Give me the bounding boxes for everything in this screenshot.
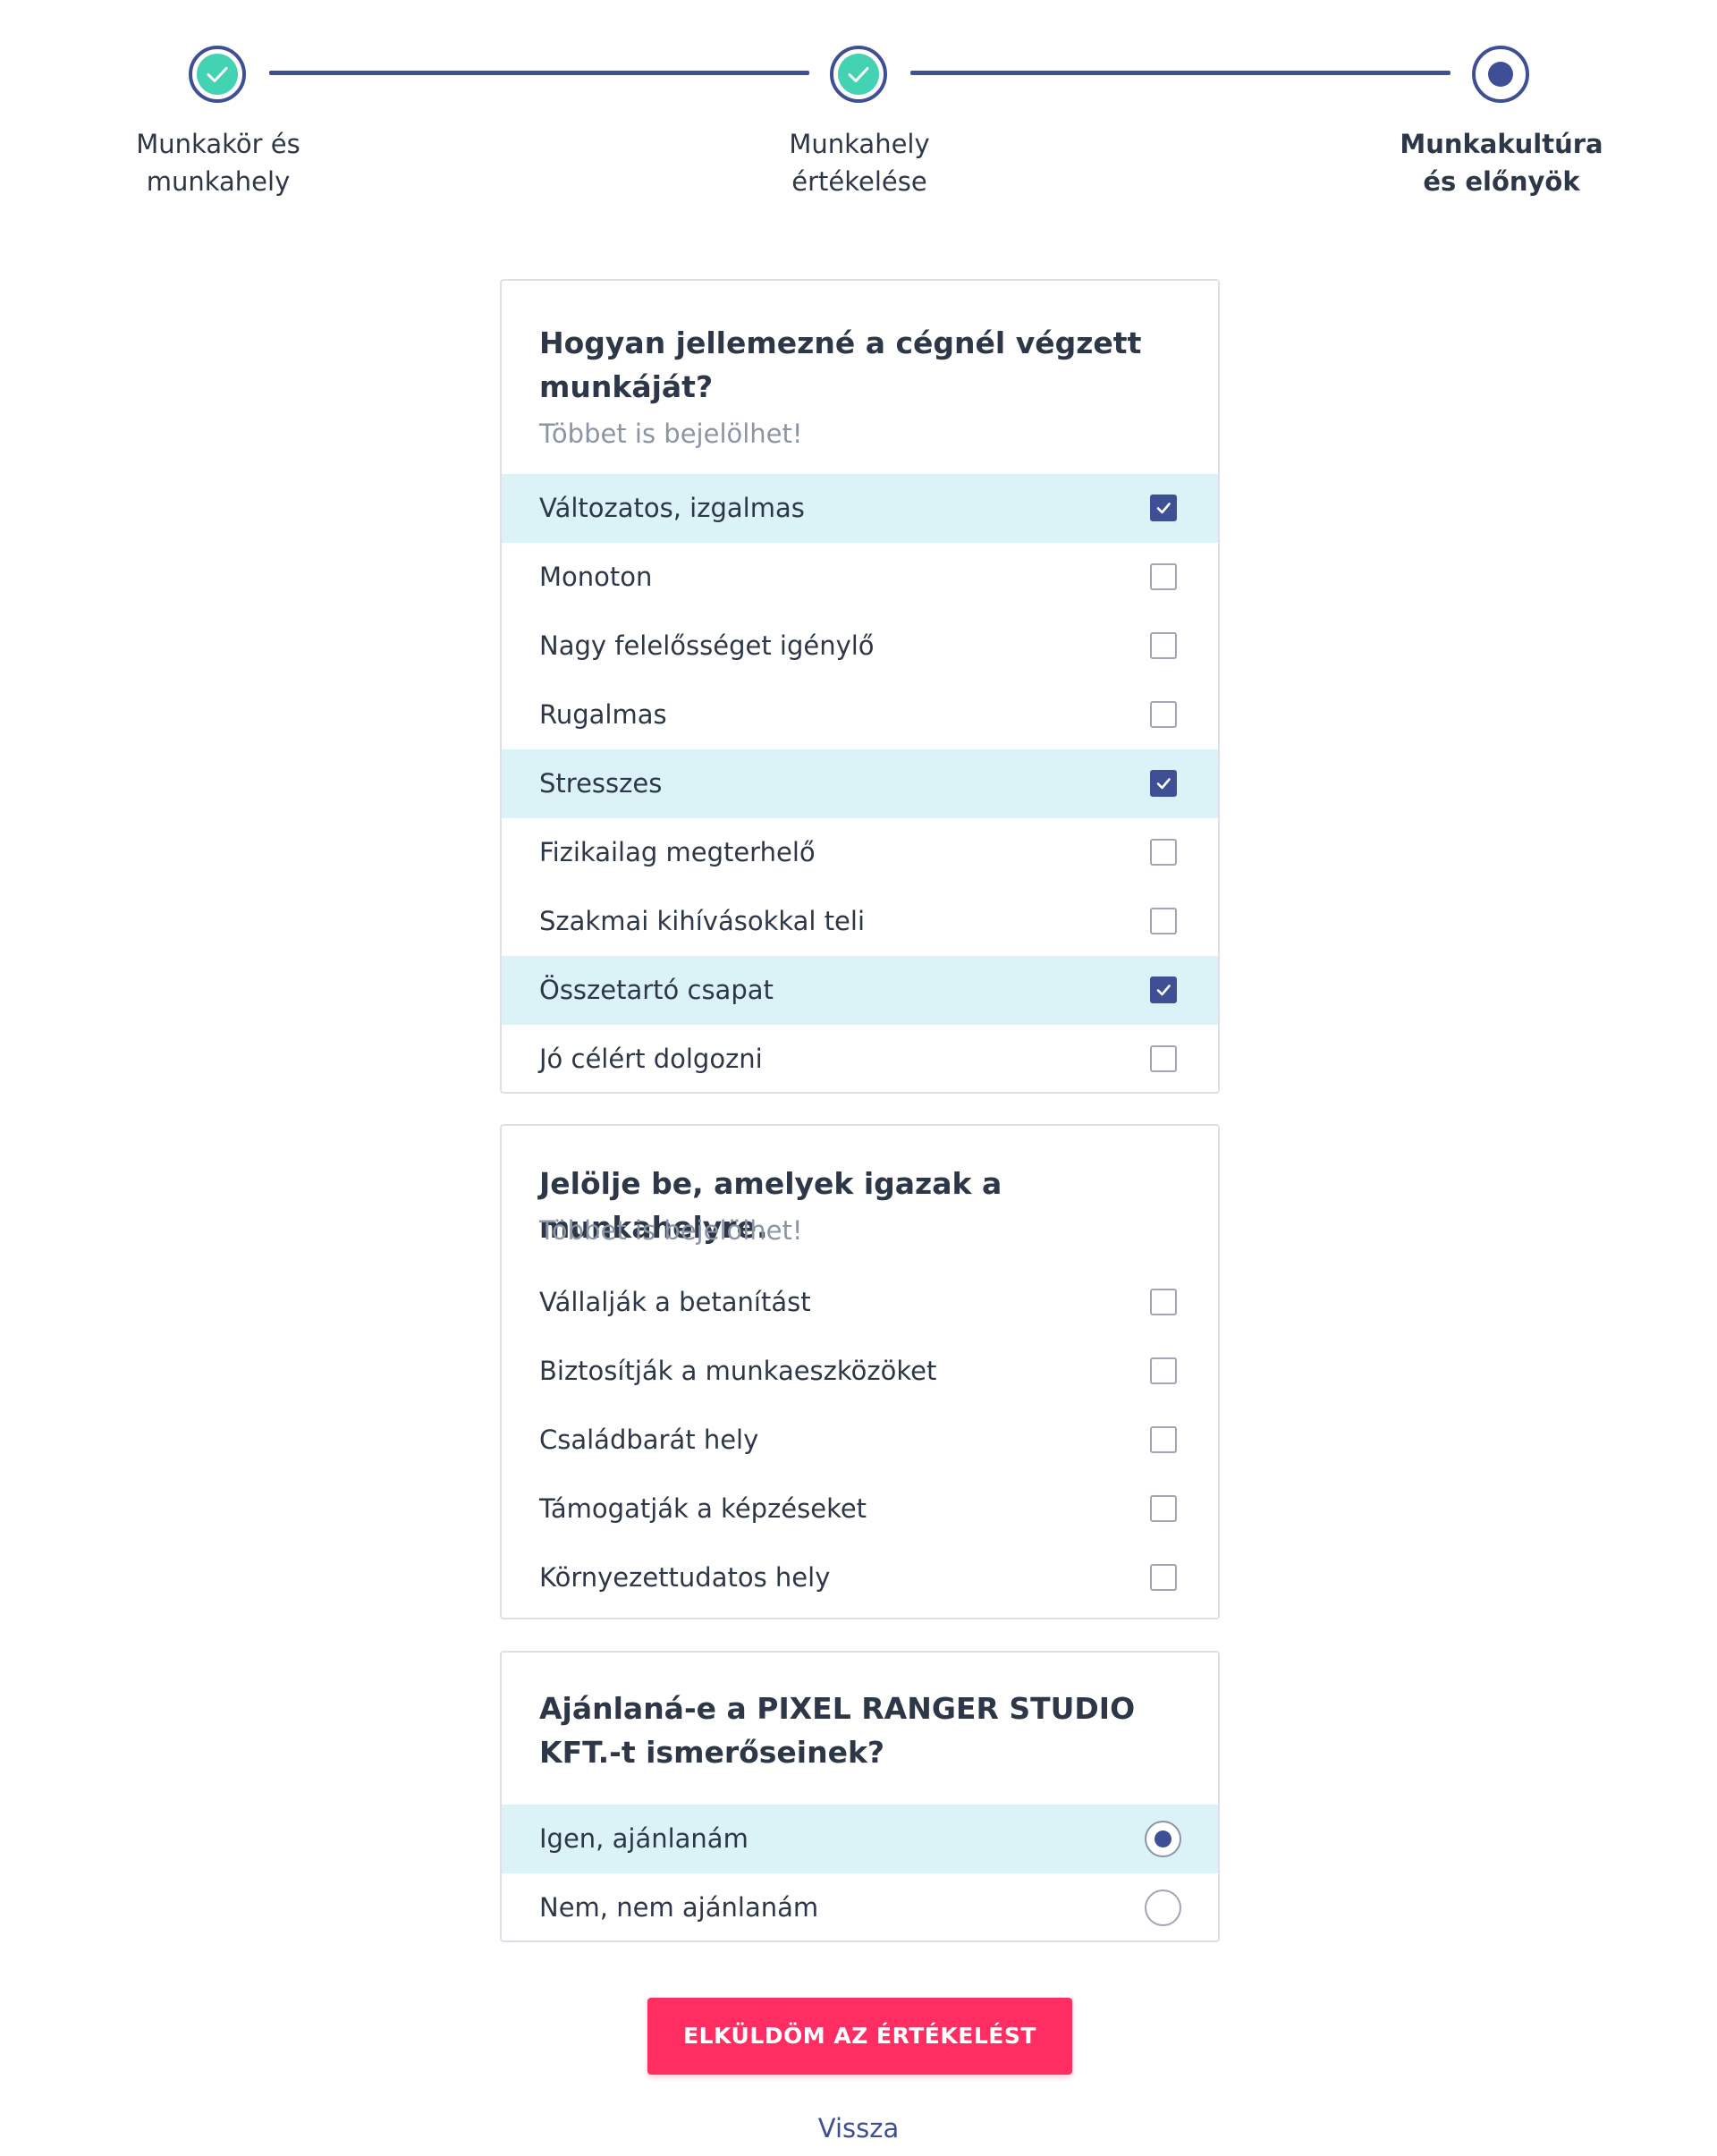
option-jo-celert[interactable]: Jó célért dolgozni (502, 1025, 1218, 1094)
check-icon (1156, 503, 1171, 514)
step-connector (910, 71, 1451, 75)
question-hint: Többet is bejelölhet! (539, 1215, 803, 1246)
question-title: Ajánlaná-e a PIXEL RANGER STUDIO KFT.-t … (539, 1691, 1136, 1770)
option-stresszes[interactable]: Stresszes (502, 749, 1218, 818)
option-osszetarto-csapat[interactable]: Összetartó csapat (502, 956, 1218, 1025)
checkbox[interactable] (1150, 632, 1177, 659)
check-icon (838, 54, 879, 95)
option-label: Változatos, izgalmas (539, 493, 805, 523)
option-label: Monoton (539, 562, 653, 592)
option-igen[interactable]: Igen, ajánlanám (502, 1805, 1218, 1873)
option-label: Szakmai kihívásokkal teli (539, 906, 866, 936)
option-label: Összetartó csapat (539, 975, 774, 1005)
step-2-label: Munkahely értékelése (725, 125, 994, 200)
checkbox[interactable] (1150, 701, 1177, 728)
step-label-line: Munkahely (789, 129, 930, 159)
option-label: Igen, ajánlanám (539, 1823, 749, 1854)
option-label: Támogatják a képzéseket (539, 1493, 867, 1524)
check-icon (1156, 985, 1171, 996)
checkbox-checked[interactable] (1150, 770, 1177, 797)
option-label: Vállalják a betanítást (539, 1287, 811, 1317)
question-card-workplace-facts: Jelölje be, amelyek igazak a munkahelyre… (500, 1124, 1220, 1619)
option-nagy-felelosseg[interactable]: Nagy felelősséget igénylő (502, 612, 1218, 681)
checkbox[interactable] (1150, 1045, 1177, 1072)
checkbox[interactable] (1150, 1564, 1177, 1591)
check-icon (1156, 778, 1171, 790)
step-label-line: és előnyök (1423, 166, 1580, 197)
checkbox-checked[interactable] (1150, 977, 1177, 1003)
question-card-work-description: Hogyan jellemezné a cégnél végzett munká… (500, 279, 1220, 1094)
checkbox-checked[interactable] (1150, 495, 1177, 521)
current-step-dot-icon (1488, 62, 1513, 87)
question-card-recommend: Ajánlaná-e a PIXEL RANGER STUDIO KFT.-t … (500, 1651, 1220, 1942)
option-label: Környezettudatos hely (539, 1562, 831, 1593)
check-icon (197, 54, 238, 95)
checkbox[interactable] (1150, 1357, 1177, 1384)
checkbox[interactable] (1150, 1289, 1177, 1315)
option-label: Nem, nem ajánlanám (539, 1892, 819, 1923)
option-nem[interactable]: Nem, nem ajánlanám (502, 1873, 1218, 1942)
option-label: Jó célért dolgozni (539, 1044, 763, 1074)
step-3-label: Munkakultúra és előnyök (1367, 125, 1636, 200)
option-label: Stresszes (539, 768, 663, 799)
checkbox[interactable] (1150, 563, 1177, 590)
submit-review-button[interactable]: ELKÜLDÖM AZ ÉRTÉKELÉST (647, 1998, 1072, 2075)
back-link[interactable]: Vissza (724, 2110, 993, 2146)
radio[interactable] (1145, 1890, 1181, 1926)
option-kepzesek[interactable]: Támogatják a képzéseket (502, 1475, 1218, 1543)
question-title: Hogyan jellemezné a cégnél végzett munká… (539, 326, 1142, 404)
checkbox[interactable] (1150, 908, 1177, 934)
option-label: Nagy felelősséget igénylő (539, 630, 875, 661)
question-hint: Többet is bejelölhet! (539, 419, 803, 449)
step-2-completed-indicator[interactable] (830, 46, 887, 103)
radio-selected[interactable] (1145, 1821, 1181, 1857)
option-munkaeszkozok[interactable]: Biztosítják a munkaeszközöket (502, 1337, 1218, 1406)
step-label-line: munkahely (146, 166, 291, 197)
option-csaladbarat[interactable]: Családbarát hely (502, 1406, 1218, 1475)
option-fizikailag[interactable]: Fizikailag megterhelő (502, 818, 1218, 887)
option-label: Rugalmas (539, 699, 667, 730)
option-valtozatos[interactable]: Változatos, izgalmas (502, 474, 1218, 543)
option-label: Fizikailag megterhelő (539, 837, 816, 867)
checkbox[interactable] (1150, 839, 1177, 866)
step-label-line: értékelése (791, 166, 927, 197)
checkbox[interactable] (1150, 1495, 1177, 1522)
option-betanitas[interactable]: Vállalják a betanítást (502, 1268, 1218, 1337)
step-label-line: Munkakör és (136, 129, 300, 159)
option-rugalmas[interactable]: Rugalmas (502, 681, 1218, 749)
radio-dot-icon (1155, 1830, 1171, 1847)
step-connector (269, 71, 809, 75)
step-1-completed-indicator[interactable] (189, 46, 246, 103)
step-label-line: Munkakultúra (1400, 129, 1603, 159)
option-label: Családbarát hely (539, 1425, 759, 1455)
option-monoton[interactable]: Monoton (502, 543, 1218, 612)
option-kornyezettudatos[interactable]: Környezettudatos hely (502, 1543, 1218, 1612)
step-3-active-indicator (1472, 46, 1529, 103)
checkbox[interactable] (1150, 1426, 1177, 1453)
option-label: Biztosítják a munkaeszközöket (539, 1356, 937, 1386)
option-szakmai-kihivasok[interactable]: Szakmai kihívásokkal teli (502, 887, 1218, 956)
progress-stepper: Munkakör és munkahely Munkahely értékelé… (0, 0, 1717, 224)
step-1-label: Munkakör és munkahely (84, 125, 352, 200)
